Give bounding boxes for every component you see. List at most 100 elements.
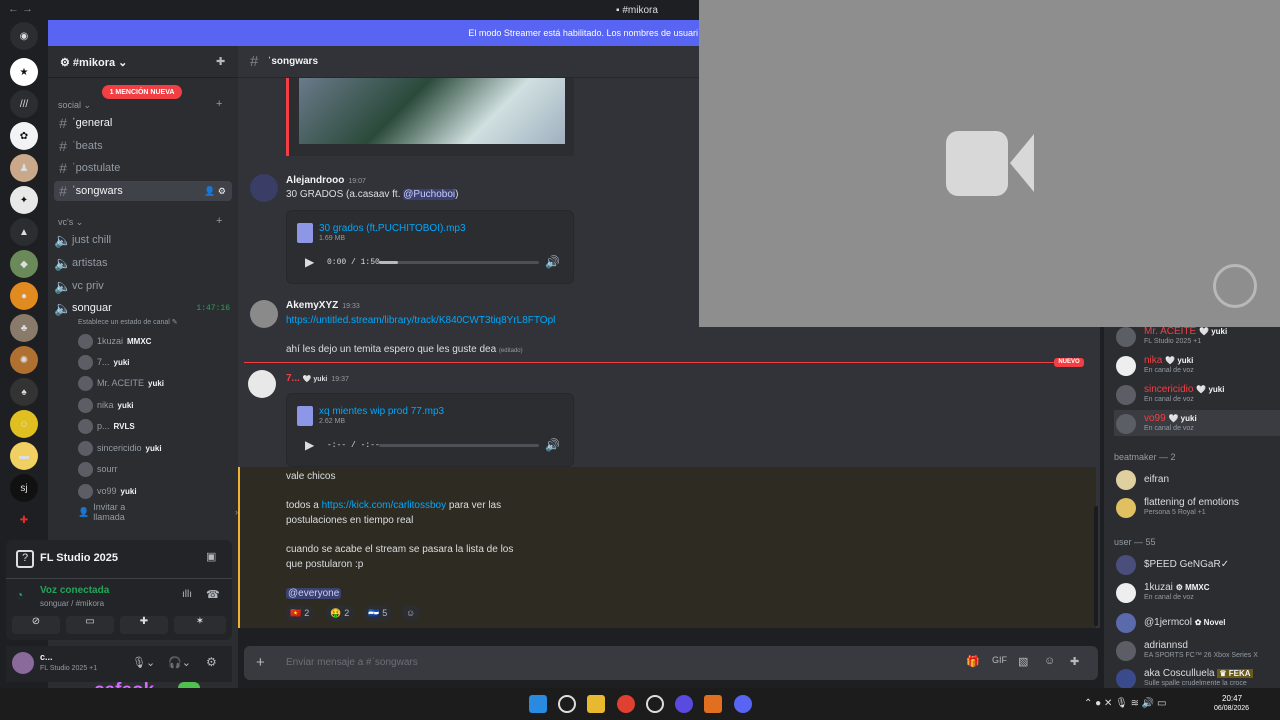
play-icon[interactable]: ▶ — [305, 438, 314, 452]
upload-plus-icon[interactable]: + — [256, 654, 265, 671]
member-item[interactable]: vo99 🤍 yuki En canal de voz — [1114, 410, 1280, 436]
channel-songwars[interactable]: # ˈsongwars 👤 ⚙ — [54, 181, 232, 201]
member-item[interactable]: flattening of emotions Persona 5 Royal +1 — [1114, 494, 1280, 520]
voice-member[interactable]: sincericidio yuki — [78, 439, 162, 457]
voice-member[interactable]: sourr — [78, 460, 122, 478]
server-icon[interactable]: ✿ — [10, 122, 38, 150]
server-icon[interactable]: ☺ — [10, 410, 38, 438]
member-item[interactable]: eifran — [1114, 466, 1280, 492]
category-vc[interactable]: vc's ⌄ — [58, 217, 83, 228]
message-author[interactable]: 7... 🤍 yuki 19:37 — [286, 373, 349, 384]
avatar[interactable] — [250, 174, 278, 202]
progress-bar[interactable] — [379, 261, 539, 264]
voice-member[interactable]: Mr. ACEITE yuki — [78, 374, 164, 392]
member-item[interactable]: adriannsd EA SPORTS FC™ 26 Xbox Series X — [1114, 637, 1280, 663]
member-item[interactable]: 1kuzai ⚙ MMXC En canal de voz — [1114, 579, 1280, 605]
disconnect-icon[interactable]: ☎ — [206, 588, 220, 601]
voice-channel-artistas[interactable]: 🔈 artistas — [54, 253, 232, 273]
reaction[interactable]: 🇸🇻 5 — [364, 605, 392, 621]
everyone-mention[interactable]: @everyone — [286, 588, 342, 599]
share-screen-button[interactable]: ▭ — [66, 616, 114, 634]
server-icon[interactable]: ◆ — [10, 250, 38, 278]
voice-member[interactable]: 1kuzai MMXC — [78, 332, 151, 350]
search-icon[interactable] — [558, 695, 576, 713]
clock-date[interactable]: 06/08/2026 — [1214, 705, 1249, 712]
add-member-icon[interactable]: ✚ — [216, 55, 225, 68]
member-item[interactable]: sincericidio 🤍 yuki En canal de voz — [1114, 381, 1280, 407]
channel-settings-icon[interactable]: 👤 ⚙ — [204, 186, 226, 197]
add-channel-icon[interactable]: + — [216, 215, 222, 227]
discord-home-icon[interactable]: ◉ — [10, 22, 38, 50]
avatar[interactable] — [12, 652, 34, 674]
brave-icon[interactable] — [704, 695, 722, 713]
server-icon[interactable]: sj — [10, 474, 38, 502]
member-item[interactable]: $PEED GeNGaR✓ — [1114, 551, 1280, 577]
settings-gear-icon[interactable]: ⚙ — [206, 655, 217, 669]
sticker-icon[interactable]: ▧ — [1018, 655, 1028, 668]
progress-bar[interactable] — [379, 444, 539, 447]
voice-channel-vc-priv[interactable]: 🔈 vc priv — [54, 276, 232, 296]
tray-icons[interactable]: ⌃ ● ✕ 🎙 ≋ 🔊 ▭ — [1084, 698, 1166, 709]
message-author[interactable]: Alejandrooo 19:07 — [286, 175, 366, 186]
mention-badge[interactable]: 1 MENCIÓN NUEVA — [102, 85, 182, 99]
message-author[interactable]: AkemyXYZ 19:33 — [286, 300, 360, 311]
add-channel-icon[interactable]: + — [216, 98, 222, 110]
add-reaction-icon[interactable]: ☺ — [402, 605, 420, 621]
windows-start-icon[interactable] — [529, 695, 547, 713]
server-icon[interactable]: ★ — [10, 58, 38, 86]
play-icon[interactable]: ▶ — [305, 255, 314, 269]
obs-icon[interactable] — [675, 695, 693, 713]
discord-taskbar-icon[interactable] — [734, 695, 752, 713]
settings-app-icon[interactable] — [646, 695, 664, 713]
microphone-icon[interactable]: 🎙⌄ — [132, 656, 155, 669]
server-icon[interactable]: ♣ — [10, 314, 38, 342]
file-explorer-icon[interactable] — [587, 695, 605, 713]
server-icon[interactable]: ✦ — [10, 186, 38, 214]
headphones-icon[interactable]: 🎧⌄ — [168, 656, 191, 669]
voice-channel-songuar[interactable]: 🔈 songuar 1:47:16 — [54, 298, 232, 318]
voice-channel-path[interactable]: songuar / #mikora — [40, 599, 104, 608]
channel-postulate[interactable]: # ˈpostulate — [54, 158, 232, 178]
noise-suppression-icon[interactable]: ıllı — [182, 589, 192, 600]
camera-button[interactable]: ⊘ — [12, 616, 60, 634]
voice-member[interactable]: nika yuki — [78, 396, 134, 414]
voice-member[interactable]: p... RVLS — [78, 417, 135, 435]
emoji-icon[interactable]: ☺ — [1044, 655, 1055, 667]
history-nav[interactable]: ← → — [8, 3, 33, 15]
voice-connected-label[interactable]: Voz conectada — [40, 585, 109, 596]
channel-general[interactable]: # ˈgeneral — [54, 113, 232, 133]
channel-status[interactable]: Establece un estado de canal ✎ — [78, 318, 178, 326]
voice-member[interactable]: vo99 yuki — [78, 482, 137, 500]
file-name[interactable]: xq mientes wip prod 77.mp3 — [319, 406, 444, 417]
voice-channel-just-chill[interactable]: 🔈 just chill — [54, 230, 232, 250]
invite-to-call[interactable]: 👤 Invitar a llamada › — [78, 502, 238, 522]
voice-member[interactable]: 7... yuki — [78, 353, 130, 371]
server-icon[interactable]: ▲ — [10, 218, 38, 246]
screen-share-icon[interactable]: ▣ — [206, 550, 216, 563]
server-icon[interactable]: ▬ — [10, 442, 38, 470]
avatar[interactable] — [248, 370, 276, 398]
volume-icon[interactable]: 🔊 — [545, 438, 560, 452]
message-input[interactable]: Enviar mensaje a #ˈsongwars — [286, 657, 418, 668]
server-icon[interactable]: /// — [10, 90, 38, 118]
file-name[interactable]: 30 grados (ft.PUCHITOBOI).mp3 — [319, 223, 466, 234]
scrollbar[interactable] — [1094, 506, 1098, 626]
message-link[interactable]: https://kick.com/carlitossboy — [322, 500, 446, 511]
member-item[interactable]: @1jermcol ✿ Novel — [1114, 609, 1280, 635]
gif-icon[interactable]: GIF — [992, 655, 1007, 665]
channel-beats[interactable]: # ˈbeats — [54, 136, 232, 156]
member-item[interactable]: Mr. ACEITE 🤍 yuki FL Studio 2025 +1 — [1114, 323, 1280, 349]
soundboard-button[interactable]: ✶ — [174, 616, 226, 634]
user-mention[interactable]: @Puchoboi — [403, 189, 456, 200]
image-attachment[interactable] — [286, 78, 574, 156]
server-icon[interactable]: ✚ — [10, 506, 38, 534]
activities-button[interactable]: ✚ — [120, 616, 168, 634]
reaction[interactable]: 🤑 2 — [326, 605, 354, 621]
reaction[interactable]: 🇻🇳 2 — [286, 605, 314, 621]
apps-icon[interactable]: ✚ — [1070, 655, 1079, 668]
server-icon[interactable]: ● — [10, 282, 38, 310]
category-social[interactable]: social ⌄ — [58, 100, 91, 111]
username[interactable]: c... — [40, 652, 53, 662]
volume-icon[interactable]: 🔊 — [545, 255, 560, 269]
gift-icon[interactable]: 🎁 — [966, 655, 980, 668]
